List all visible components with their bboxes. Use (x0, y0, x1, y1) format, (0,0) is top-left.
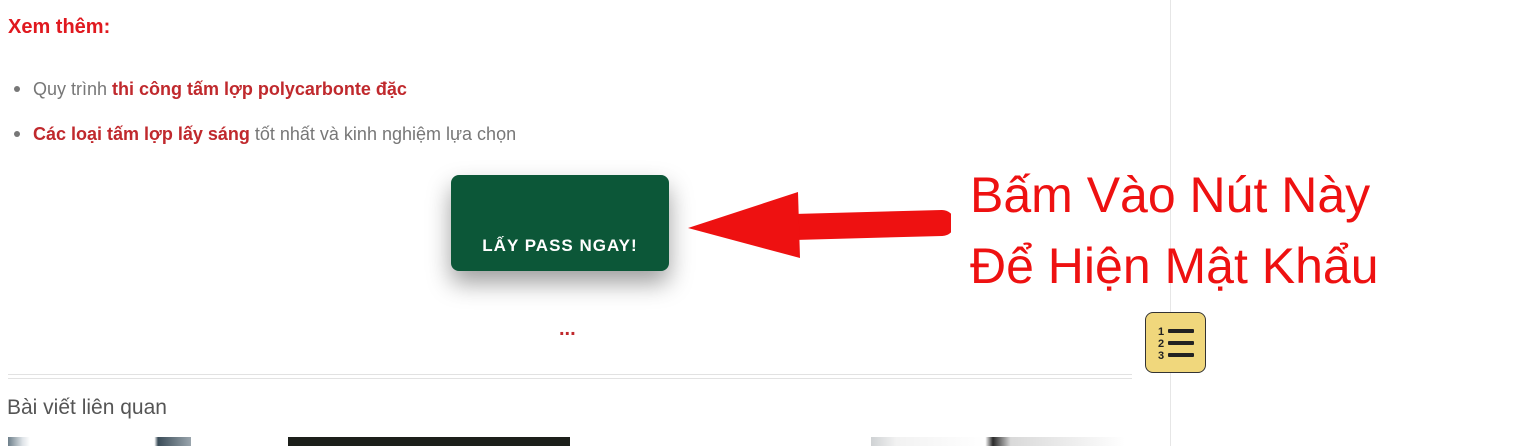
svg-text:1: 1 (1158, 326, 1164, 338)
related-post-thumbnail[interactable] (871, 437, 1125, 446)
list-item-text-after: tốt nhất và kinh nghiệm lựa chọn (249, 124, 517, 144)
list-item: Các loại tấm lợp lấy sáng tốt nhất và ki… (8, 120, 516, 165)
annotation-text: Bấm Vào Nút Này Để Hiện Mật Khẩu (970, 160, 1379, 302)
svg-text:2: 2 (1158, 338, 1164, 350)
annotation-line-2: Để Hiện Mật Khẩu (970, 238, 1379, 294)
section-divider (8, 374, 1132, 379)
see-more-heading: Xem thêm: (8, 16, 111, 38)
bullet-icon (14, 86, 20, 92)
related-post-thumbnail[interactable] (8, 437, 191, 446)
bullet-icon (14, 131, 20, 137)
get-pass-button[interactable]: LẤY PASS NGAY! (451, 175, 669, 271)
svg-text:3: 3 (1158, 350, 1164, 362)
link-polycarbonate-installation[interactable]: thi công tấm lợp polycarbonte đặc (112, 79, 407, 99)
list-item: Quy trình thi công tấm lợp polycarbonte … (8, 75, 516, 120)
red-arrow-icon (688, 192, 951, 258)
list-item-text-before: Quy trình (33, 79, 113, 99)
ellipsis-text: ... (559, 318, 576, 340)
related-links-list: Quy trình thi công tấm lợp polycarbonte … (8, 75, 516, 165)
related-post-thumbnail[interactable] (288, 437, 570, 446)
related-posts-heading: Bài viết liên quan (7, 396, 167, 419)
table-of-contents-button[interactable]: 1 2 3 (1145, 312, 1206, 373)
link-skylight-roofing-types[interactable]: Các loại tấm lợp lấy sáng (33, 124, 250, 144)
annotation-line-1: Bấm Vào Nút Này (970, 167, 1371, 223)
numbered-list-icon: 1 2 3 (1158, 326, 1194, 362)
